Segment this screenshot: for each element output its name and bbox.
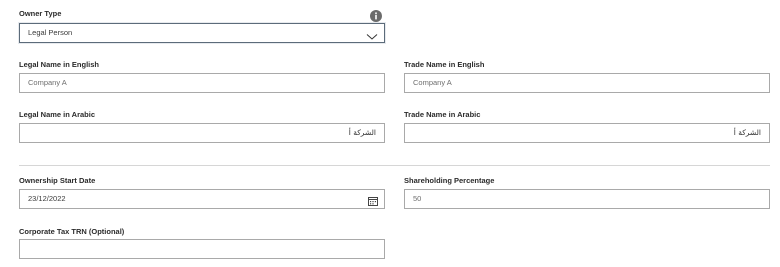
calendar-icon[interactable] bbox=[368, 195, 378, 206]
trade-name-arabic-value: الشركة أ bbox=[733, 128, 761, 137]
owner-type-label: Owner Type bbox=[19, 9, 62, 18]
owner-type-select[interactable]: Legal Person bbox=[19, 23, 385, 43]
legal-name-english-value: Company A bbox=[28, 78, 67, 87]
legal-name-english-label: Legal Name in English bbox=[19, 60, 100, 69]
ownership-start-date-input[interactable]: 23/12/2022 bbox=[19, 189, 385, 209]
corporate-tax-trn-label: Corporate Tax TRN (Optional) bbox=[19, 227, 125, 236]
legal-name-arabic-label: Legal Name in Arabic bbox=[19, 110, 95, 119]
chevron-down-icon[interactable] bbox=[366, 30, 378, 40]
trade-name-arabic-label: Trade Name in Arabic bbox=[404, 110, 481, 119]
shareholding-percentage-label: Shareholding Percentage bbox=[404, 176, 495, 185]
ownership-start-date-value: 23/12/2022 bbox=[28, 194, 66, 203]
trade-name-english-label: Trade Name in English bbox=[404, 60, 485, 69]
legal-name-arabic-value: الشركة أ bbox=[348, 128, 376, 137]
trade-name-arabic-input[interactable]: الشركة أ bbox=[404, 123, 770, 143]
shareholding-percentage-value: 50 bbox=[413, 194, 422, 203]
legal-name-english-input[interactable]: Company A bbox=[19, 73, 385, 93]
owner-type-value: Legal Person bbox=[28, 28, 73, 37]
info-icon[interactable] bbox=[370, 9, 382, 22]
section-divider bbox=[19, 165, 770, 166]
corporate-tax-trn-input[interactable] bbox=[19, 239, 385, 259]
trade-name-english-value: Company A bbox=[413, 78, 452, 87]
legal-name-arabic-input[interactable]: الشركة أ bbox=[19, 123, 385, 143]
trade-name-english-input[interactable]: Company A bbox=[404, 73, 770, 93]
ownership-start-date-label: Ownership Start Date bbox=[19, 176, 96, 185]
shareholding-percentage-input[interactable]: 50 bbox=[404, 189, 770, 209]
